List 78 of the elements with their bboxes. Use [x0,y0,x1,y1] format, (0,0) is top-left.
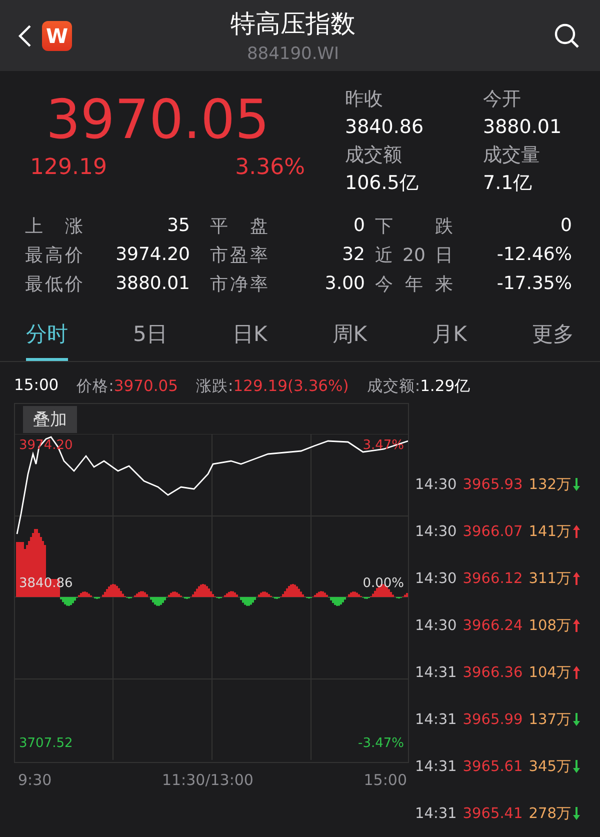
field-value: 7.1亿 [483,171,534,196]
trade-volume: 141万 [528,523,572,541]
axis-label: 3707.52 [19,736,73,751]
amount-label: 成交额: [366,377,420,395]
chart-tab[interactable]: 周K [332,320,368,361]
trade-price: 3966.24 [462,618,523,634]
trade-volume: 345万 [528,758,572,776]
stat-value: 0 [560,215,572,236]
change-label: 涨跌: [196,377,234,395]
index-code: 884190.WI [246,44,340,64]
stat-value: 3974.20 [114,244,190,265]
price-change: 129.19 [30,155,107,180]
trade-price: 3965.61 [462,758,523,774]
field-value: 3880.01 [483,115,563,140]
info-time: 15:00 [14,376,59,396]
trade-time: 14:31 [415,806,457,822]
trade-price: 3966.07 [462,524,523,540]
current-price: 3970.05 [45,87,270,153]
chart-tab[interactable]: 日K [232,320,268,361]
trade-volume: 132万 [528,476,572,494]
trade-price: 3965.99 [462,712,523,728]
stat-label: 上涨 [25,214,83,238]
trade-price: 3965.41 [462,806,523,822]
trade-time: 14:30 [415,524,457,540]
field-label: 今开 [483,87,522,112]
chart-tab[interactable]: 月K [432,320,467,361]
trade-volume: 137万 [528,711,572,729]
amount-value: 1.29亿 [420,377,471,395]
price-label: 价格: [76,377,114,395]
trade-time: 14:30 [415,476,457,492]
stat-value: 0 [352,215,365,236]
stat-value: 3880.01 [114,273,190,294]
field-value: 106.5亿 [345,171,420,196]
trade-volume: 278万 [528,805,572,823]
stat-label: 最高价 [25,244,83,266]
stat-label: 下跌 [374,214,453,238]
stat-label: 最低价 [25,272,83,296]
time-axis-label: 15:00 [364,771,407,789]
trade-price: 3965.93 [462,476,523,492]
stat-label: 市盈率 [209,244,268,266]
back-icon[interactable] [18,24,32,48]
trade-volume: 108万 [528,617,572,635]
stat-value: -17.35% [496,273,572,294]
stat-value: 35 [166,215,190,236]
price-value: 3970.05 [114,377,178,395]
time-axis-label: 9:30 [18,771,52,789]
chart-tab[interactable]: 分时 [26,320,68,361]
trade-volume: 104万 [528,664,572,682]
stat-value: 3.00 [324,273,365,294]
field-value: 3840.86 [345,115,425,140]
trade-time: 14:31 [415,758,457,774]
chart-tab[interactable]: 更多 [532,320,574,361]
trade-price: 3966.12 [462,570,523,586]
change-value: 129.19(3.36%) [233,377,349,395]
index-title: 特高压指数 [230,8,356,40]
axis-label: 0.00% [362,576,404,591]
overlay-button[interactable]: 叠加 [23,406,77,433]
field-label: 成交量 [483,143,541,168]
stat-label: 今年来 [374,272,453,296]
change-percent: 3.36% [235,155,305,180]
trade-price: 3966.36 [462,664,523,680]
stat-label: 市净率 [209,272,268,296]
trade-time: 14:30 [415,618,457,634]
trade-time: 14:31 [415,712,457,728]
chart-tab[interactable]: 5日 [133,320,168,361]
axis-label: -3.47% [358,736,404,751]
stat-label: 平盘 [209,214,268,238]
stat-value: 32 [341,244,365,265]
time-axis-label: 11:30/13:00 [162,771,254,789]
trade-time: 14:30 [415,570,457,586]
field-label: 昨收 [345,87,384,112]
stat-label: 近20日 [374,244,453,266]
trade-volume: 311万 [528,570,572,588]
stat-value: -12.46% [496,244,572,265]
app-logo: W [42,20,72,50]
search-icon[interactable] [554,22,580,48]
field-label: 成交额 [345,143,403,168]
trade-time: 14:31 [415,664,457,680]
